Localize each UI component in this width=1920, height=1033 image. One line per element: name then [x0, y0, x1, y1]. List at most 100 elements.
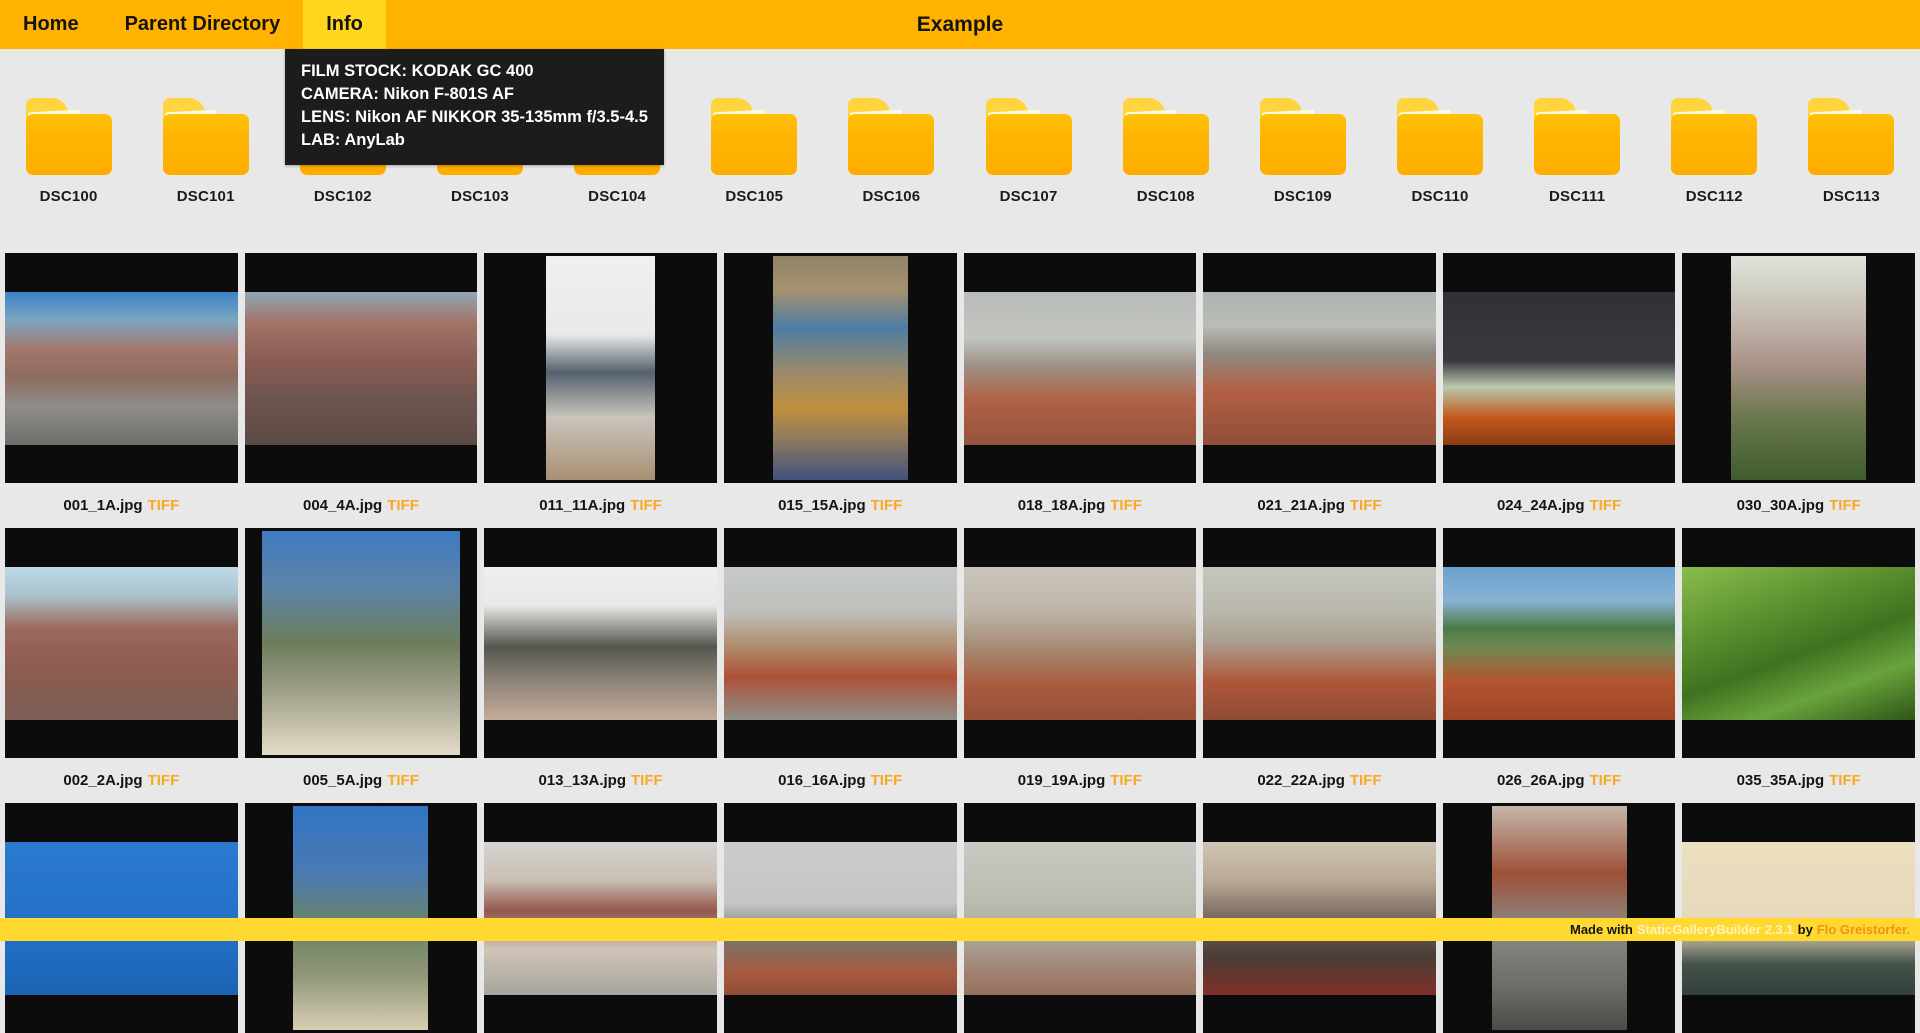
photo-caption: 026_26A.jpg TIFF	[1443, 758, 1676, 803]
info-tooltip-line: LENS: Nikon AF NIKKOR 35-135mm f/3.5-4.5	[301, 106, 648, 129]
folder-label: DSC104	[549, 188, 686, 205]
folder-label: DSC106	[823, 188, 960, 205]
folder-icon	[1534, 98, 1620, 175]
photo-caption: 001_1A.jpg TIFF	[5, 483, 238, 528]
photo-thumbnail-035_35A.jpg[interactable]	[1682, 528, 1915, 758]
photo-tiff-link[interactable]: TIFF	[1350, 497, 1382, 514]
info-tooltip-line: FILM STOCK: KODAK GC 400	[301, 60, 648, 83]
photo-tiff-link[interactable]: TIFF	[1829, 772, 1861, 789]
photo-caption: 019_19A.jpgTIFF	[964, 758, 1197, 803]
photo-filename-link[interactable]: 011_11A.jpg	[539, 497, 625, 514]
photo-filename-link[interactable]: 022_22A.jpg	[1257, 772, 1345, 789]
folder-label: DSC101	[137, 188, 274, 205]
photo-filename-link[interactable]: 005_5A.jpg	[303, 772, 382, 789]
folder-dsc100[interactable]: DSC100	[0, 98, 137, 205]
photo-filename-link[interactable]: 035_35A.jpg	[1737, 772, 1825, 789]
photo-caption: 002_2A.jpg TIFF	[5, 758, 238, 803]
folder-dsc107[interactable]: DSC107	[960, 98, 1097, 205]
folder-dsc109[interactable]: DSC109	[1234, 98, 1371, 205]
photo-thumbnail-013_13A.jpg[interactable]	[484, 528, 717, 758]
photo-tiff-link[interactable]: TIFF	[871, 772, 903, 789]
photo-tiff-link[interactable]: TIFF	[1590, 772, 1622, 789]
folder-label: DSC111	[1509, 188, 1646, 205]
photo-thumbnail-016_16A.jpg[interactable]	[724, 528, 957, 758]
photo-caption: 015_15A.jpg TIFF	[724, 483, 957, 528]
folder-icon	[1260, 98, 1346, 175]
photo-thumbnail-024_24A.jpg[interactable]	[1443, 253, 1676, 483]
gallery-cell: 019_19A.jpgTIFF	[964, 528, 1197, 803]
gallery-cell: 026_26A.jpg TIFF	[1443, 528, 1676, 803]
folder-dsc108[interactable]: DSC108	[1097, 98, 1234, 205]
photo-thumbnail-026_26A.jpg[interactable]	[1443, 528, 1676, 758]
folder-label: DSC102	[274, 188, 411, 205]
photo-filename-link[interactable]: 021_21A.jpg	[1257, 497, 1345, 514]
photo-tiff-link[interactable]: TIFF	[387, 497, 419, 514]
photo-caption: 005_5A.jpg TIFF	[245, 758, 478, 803]
folder-dsc105[interactable]: DSC105	[686, 98, 823, 205]
gallery-cell: 005_5A.jpg TIFF	[245, 528, 478, 803]
folder-dsc101[interactable]: DSC101	[137, 98, 274, 205]
nav-item-home[interactable]: Home	[0, 0, 102, 49]
photo-tiff-link[interactable]: TIFF	[631, 772, 663, 789]
photo-tiff-link[interactable]: TIFF	[871, 497, 903, 514]
folder-dsc112[interactable]: DSC112	[1646, 98, 1783, 205]
gallery-cell: 002_2A.jpg TIFF	[5, 528, 238, 803]
folder-icon	[986, 98, 1072, 175]
photo-thumbnail-011_11A.jpg[interactable]	[484, 253, 717, 483]
photo-thumbnail-018_18A.jpg[interactable]	[964, 253, 1197, 483]
footer-made-with: Made with	[1570, 922, 1633, 937]
photo-filename-link[interactable]: 030_30A.jpg	[1737, 497, 1825, 514]
footer-author-link[interactable]: Flo Greistorfer.	[1817, 922, 1910, 937]
photo-filename-link[interactable]: 018_18A.jpg	[1018, 497, 1106, 514]
folder-icon	[163, 98, 249, 175]
footer-builder-link[interactable]: StaticGalleryBuilder 2.3.1	[1637, 922, 1794, 937]
folder-dsc111[interactable]: DSC111	[1509, 98, 1646, 205]
photo-filename-link[interactable]: 024_24A.jpg	[1497, 497, 1585, 514]
photo-thumbnail-021_21A.jpg[interactable]	[1203, 253, 1436, 483]
folder-icon	[1671, 98, 1757, 175]
photo-tiff-link[interactable]: TIFF	[1590, 497, 1622, 514]
photo-filename-link[interactable]: 019_19A.jpg	[1018, 772, 1106, 789]
nav-item-info[interactable]: Info	[303, 0, 386, 49]
photo-tiff-link[interactable]: TIFF	[630, 497, 662, 514]
folder-icon	[848, 98, 934, 175]
photo-tiff-link[interactable]: TIFF	[148, 497, 180, 514]
photo-tiff-link[interactable]: TIFF	[1110, 497, 1142, 514]
photo-filename-link[interactable]: 002_2A.jpg	[63, 772, 142, 789]
footer-bar: Made with StaticGalleryBuilder 2.3.1 by …	[0, 918, 1920, 941]
photo-filename-link[interactable]: 016_16A.jpg	[778, 772, 866, 789]
photo-tiff-link[interactable]: TIFF	[387, 772, 419, 789]
photo-filename-link[interactable]: 001_1A.jpg	[63, 497, 142, 514]
photo-tiff-link[interactable]: TIFF	[1829, 497, 1861, 514]
photo-image	[546, 256, 655, 479]
folder-label: DSC107	[960, 188, 1097, 205]
folder-icon	[1397, 98, 1483, 175]
folder-dsc110[interactable]: DSC110	[1371, 98, 1508, 205]
nav-item-parent-directory[interactable]: Parent Directory	[102, 0, 304, 49]
photo-caption: 011_11A.jpg TIFF	[484, 483, 717, 528]
gallery-cell: 018_18A.jpgTIFF	[964, 253, 1197, 528]
photo-thumbnail-019_19A.jpg[interactable]	[964, 528, 1197, 758]
photo-thumbnail-001_1A.jpg[interactable]	[5, 253, 238, 483]
photo-filename-link[interactable]: 013_13A.jpg	[538, 772, 626, 789]
photo-filename-link[interactable]: 026_26A.jpg	[1497, 772, 1585, 789]
photo-thumbnail-022_22A.jpg[interactable]	[1203, 528, 1436, 758]
photo-caption: 035_35A.jpgTIFF	[1682, 758, 1915, 803]
photo-tiff-link[interactable]: TIFF	[148, 772, 180, 789]
photo-filename-link[interactable]: 015_15A.jpg	[778, 497, 866, 514]
folder-dsc113[interactable]: DSC113	[1783, 98, 1920, 205]
photo-tiff-link[interactable]: TIFF	[1110, 772, 1142, 789]
photo-thumbnail-004_4A.jpg[interactable]	[245, 253, 478, 483]
photo-thumbnail-015_15A.jpg[interactable]	[724, 253, 957, 483]
nav-links: HomeParent DirectoryInfo	[0, 0, 386, 49]
photo-filename-link[interactable]: 004_4A.jpg	[303, 497, 382, 514]
folder-label: DSC109	[1234, 188, 1371, 205]
photo-thumbnail-030_30A.jpg[interactable]	[1682, 253, 1915, 483]
photo-tiff-link[interactable]: TIFF	[1350, 772, 1382, 789]
folder-dsc106[interactable]: DSC106	[823, 98, 960, 205]
photo-thumbnail-002_2A.jpg[interactable]	[5, 528, 238, 758]
gallery-cell: 030_30A.jpgTIFF	[1682, 253, 1915, 528]
photo-image	[1203, 567, 1436, 720]
photo-thumbnail-005_5A.jpg[interactable]	[245, 528, 478, 758]
photo-gallery: 001_1A.jpg TIFF 004_4A.jpg TIFF 011_11A.jpg T…	[0, 253, 1920, 1033]
